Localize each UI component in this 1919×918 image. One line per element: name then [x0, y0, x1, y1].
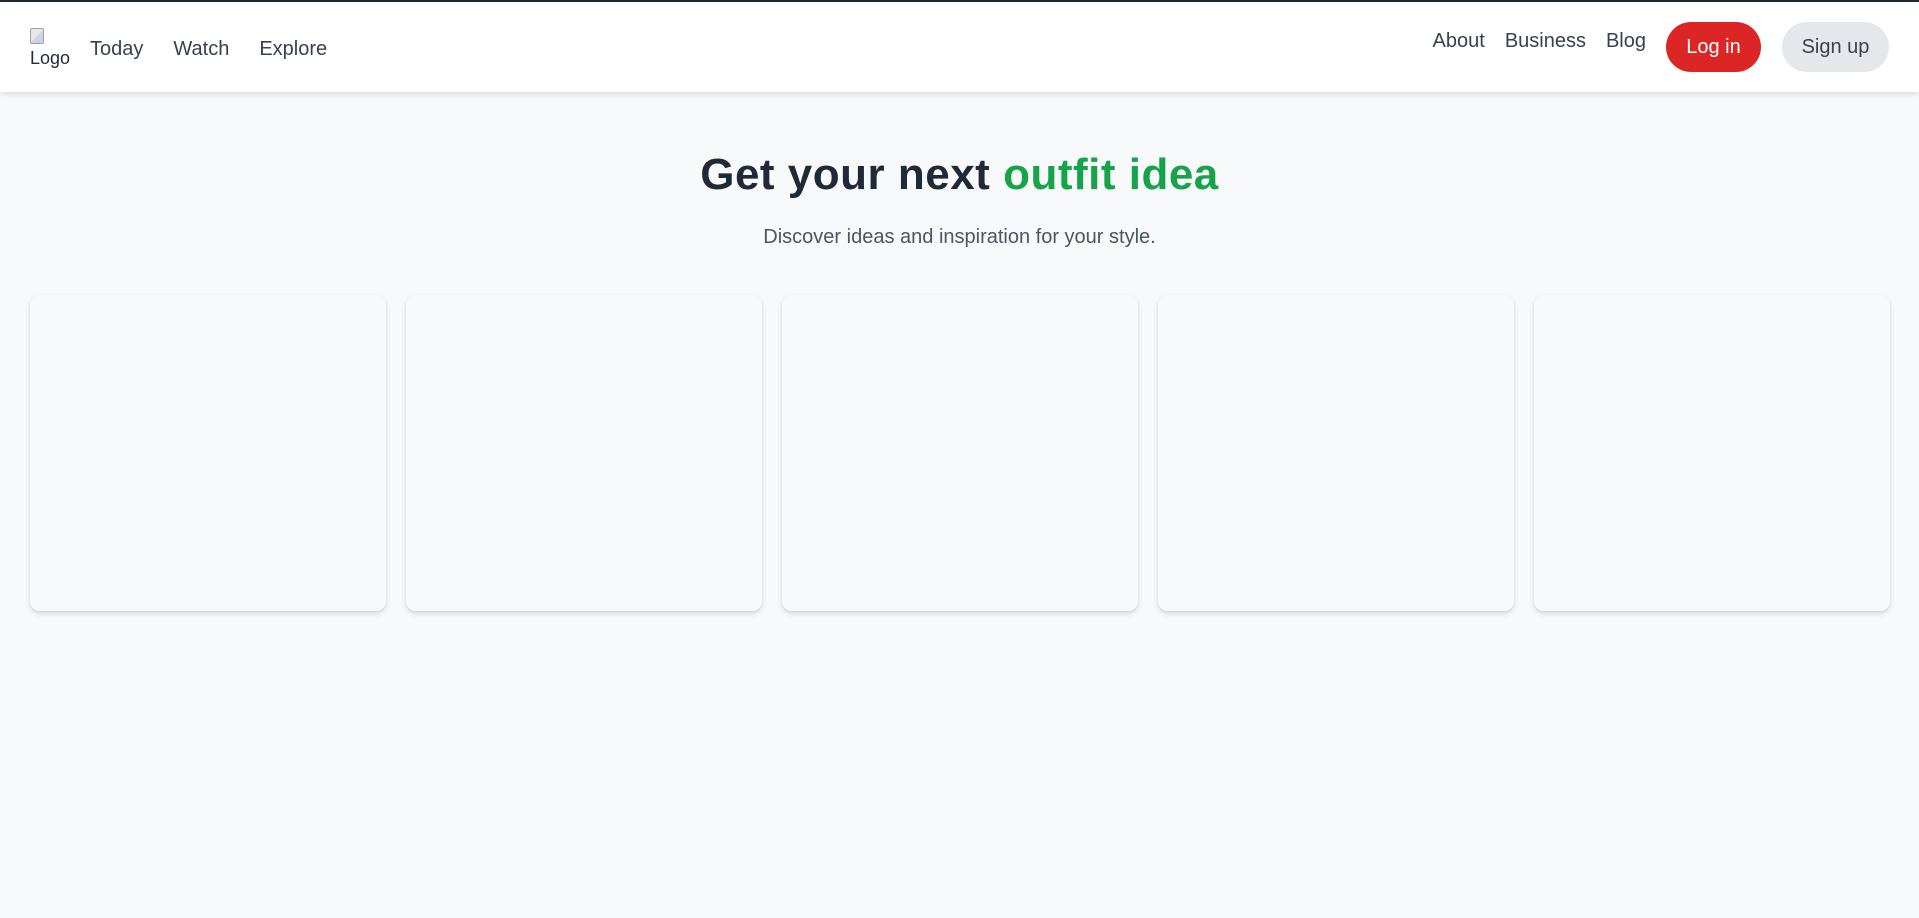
idea-card[interactable]: [30, 295, 386, 611]
hero-title-prefix: Get your next: [700, 150, 991, 199]
nav-link-today[interactable]: Today: [90, 38, 143, 61]
hero-section: Get your next outfit idea Discover ideas…: [0, 150, 1919, 249]
logo-alt-text: Logo: [30, 48, 71, 68]
idea-card[interactable]: [1534, 295, 1890, 611]
idea-card-grid: [30, 295, 1890, 611]
logo[interactable]: Logo: [30, 28, 72, 68]
nav-link-about[interactable]: About: [1433, 30, 1485, 53]
login-button[interactable]: Log in: [1666, 22, 1761, 72]
hero-subtitle: Discover ideas and inspiration for your …: [763, 226, 1156, 248]
primary-nav: Today Watch Explore: [90, 2, 327, 92]
idea-card[interactable]: [1158, 295, 1514, 611]
nav-link-explore[interactable]: Explore: [259, 38, 327, 61]
hero-title: Get your next outfit idea: [0, 150, 1919, 200]
secondary-nav: About Business Blog Log in Sign up: [1433, 2, 1889, 92]
hero-title-accent: outfit idea: [1003, 150, 1219, 199]
nav-link-blog[interactable]: Blog: [1606, 30, 1646, 53]
signup-button[interactable]: Sign up: [1782, 22, 1889, 72]
idea-card[interactable]: [406, 295, 762, 611]
nav-link-watch[interactable]: Watch: [173, 38, 229, 61]
broken-image-icon: [30, 28, 44, 44]
nav-link-business[interactable]: Business: [1505, 30, 1586, 53]
idea-card[interactable]: [782, 295, 1138, 611]
top-navbar: Logo Today Watch Explore About Business …: [0, 2, 1919, 92]
